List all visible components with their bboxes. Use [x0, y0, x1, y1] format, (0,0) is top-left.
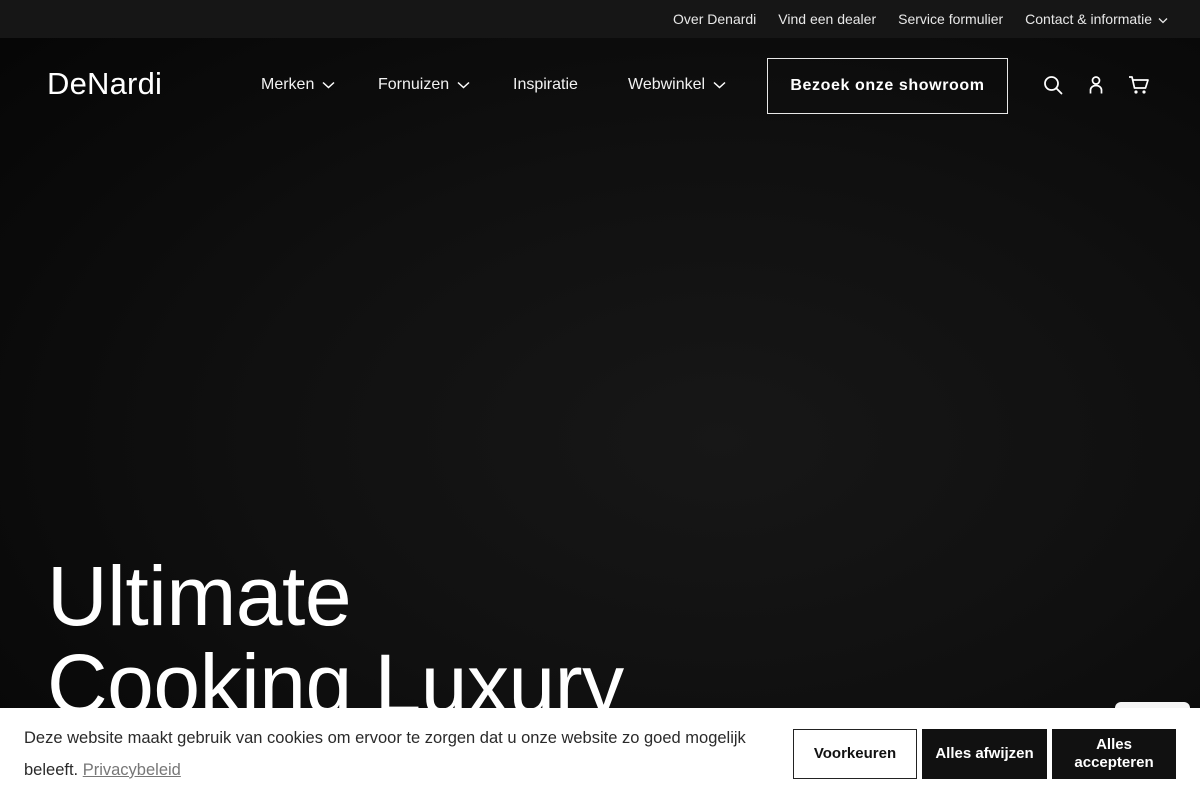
nav-item-label: Merken [261, 76, 315, 93]
nav-item-inspiratie[interactable]: Inspiratie [513, 76, 578, 94]
cookie-accept-all-button[interactable]: Alles accepteren [1052, 729, 1176, 779]
nav-item-merken[interactable]: Merken [261, 76, 335, 94]
topbar-link-service[interactable]: Service formulier [898, 11, 1003, 27]
nav-item-fornuizen[interactable]: Fornuizen [378, 76, 470, 94]
cookie-preferences-button[interactable]: Voorkeuren [793, 729, 917, 779]
topbar-link-over-denardi[interactable]: Over Denardi [673, 11, 756, 27]
cookie-reject-all-button[interactable]: Alles afwijzen [922, 729, 1047, 779]
topbar-link-dealer[interactable]: Vind een dealer [778, 11, 876, 27]
chevron-down-icon [1158, 11, 1168, 27]
logo[interactable]: DeNardi [47, 66, 162, 102]
visit-showroom-button[interactable]: Bezoek onze showroom [767, 58, 1008, 114]
nav-item-label: Inspiratie [513, 76, 578, 93]
hero-title-line-1: Ultimate [47, 549, 352, 643]
cart-icon[interactable] [1128, 74, 1150, 96]
chevron-down-icon [457, 76, 470, 94]
search-icon[interactable] [1042, 74, 1064, 96]
privacy-policy-link[interactable]: Privacybeleid [83, 761, 181, 779]
cookie-message: Deze website maakt gebruik van cookies o… [24, 722, 774, 786]
cookie-banner: Deze website maakt gebruik van cookies o… [0, 708, 1200, 800]
nav-item-label: Webwinkel [628, 76, 706, 93]
hero-title: Ultimate Cooking Luxury [47, 552, 624, 728]
chevron-down-icon [713, 76, 726, 94]
nav-item-label: Fornuizen [378, 76, 450, 93]
main-navigation: DeNardi Merken Fornuizen Inspiratie Webw… [0, 38, 1200, 134]
topbar-link-contact[interactable]: Contact & informatie [1025, 11, 1168, 27]
user-icon[interactable] [1085, 74, 1107, 96]
topbar-link-contact-label: Contact & informatie [1025, 11, 1152, 27]
utility-bar: Over Denardi Vind een dealer Service for… [0, 0, 1200, 38]
nav-item-webwinkel[interactable]: Webwinkel [628, 76, 726, 94]
chevron-down-icon [322, 76, 335, 94]
